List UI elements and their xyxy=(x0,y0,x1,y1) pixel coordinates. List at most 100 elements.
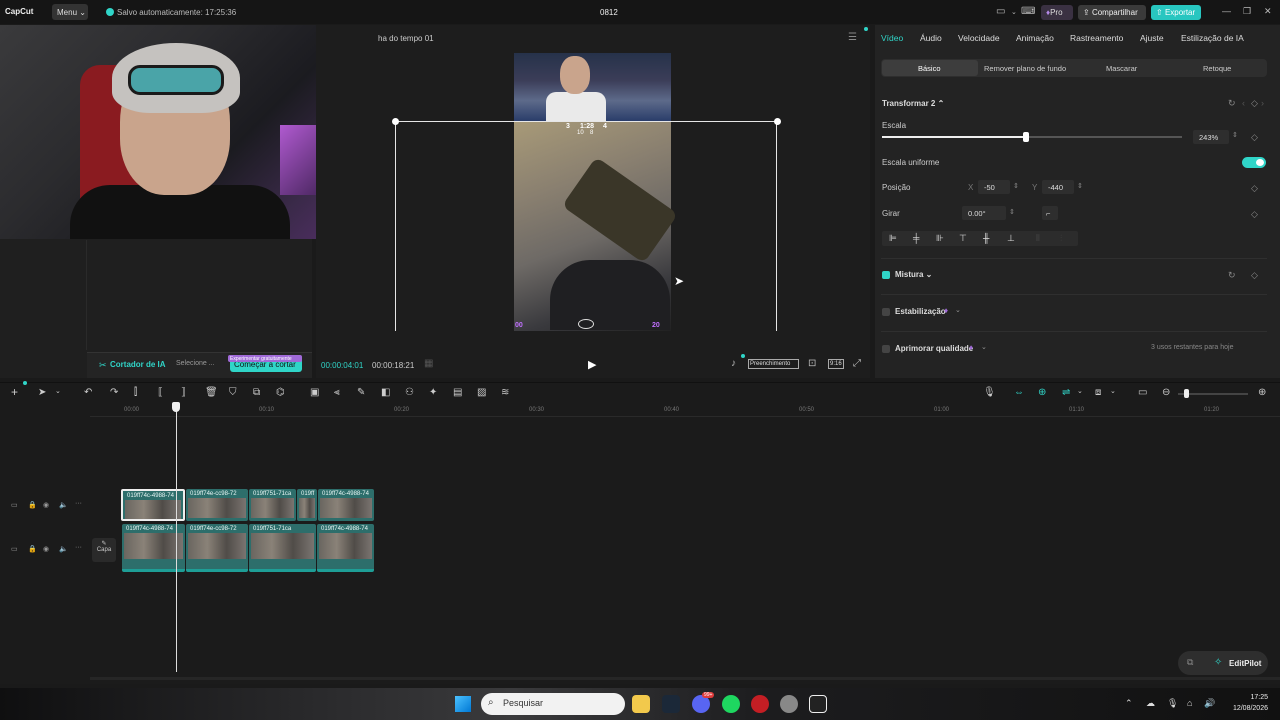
playhead-line[interactable] xyxy=(176,404,177,672)
audio-wave-icon[interactable]: ≋ xyxy=(501,387,509,398)
pos-y-input[interactable]: -440 xyxy=(1042,180,1074,194)
snap-icon[interactable]: ⇌ xyxy=(1062,387,1070,398)
aspect-ratio-button[interactable]: 9:16 xyxy=(828,359,844,369)
image-icon[interactable]: ▨ xyxy=(477,387,486,398)
timeline-clip[interactable]: 019ff74c-4988-74 xyxy=(318,489,374,521)
zoom-out-icon[interactable]: ⊖ xyxy=(1162,387,1170,398)
chevron-down-icon[interactable]: ⌄ xyxy=(1110,387,1116,395)
scale-slider-knob[interactable] xyxy=(1023,132,1029,142)
speaker-icon[interactable]: 🔈 xyxy=(59,545,68,553)
subtab-basic[interactable]: Básico xyxy=(918,64,941,73)
more-icon[interactable]: ··· xyxy=(75,544,82,551)
subtab-remove-bg[interactable]: Remover plano de fundo xyxy=(984,64,1066,73)
track-thumbnail-icon[interactable]: ▭ xyxy=(11,545,18,553)
scale-value[interactable]: 243% xyxy=(1193,130,1229,144)
tab-adjust[interactable]: Ajuste xyxy=(1140,33,1164,43)
more-icon[interactable]: ··· xyxy=(75,500,82,507)
pen-icon[interactable]: ✎ xyxy=(357,387,365,398)
align-center-h-icon[interactable]: ╪ xyxy=(913,233,919,243)
spotify-icon[interactable] xyxy=(722,695,740,713)
shield-icon[interactable]: ⛉ xyxy=(229,387,237,398)
chevron-down-icon[interactable]: ⌄ xyxy=(1011,8,1017,16)
subtitle-icon[interactable]: ▤ xyxy=(453,387,462,398)
align-bottom-icon[interactable]: ⊥ xyxy=(1007,233,1015,244)
align-center-v-icon[interactable]: ╫ xyxy=(983,233,989,243)
layout-icon[interactable]: ▭ xyxy=(996,6,1005,17)
resize-handle-top-right[interactable] xyxy=(774,118,781,125)
screenshot-icon[interactable]: ⊡ xyxy=(808,358,816,369)
mirror-icon[interactable]: ◧ xyxy=(381,387,390,398)
timeline-clip[interactable]: 019ff751-71ca xyxy=(249,489,296,521)
lock-icon[interactable]: 🔒 xyxy=(28,501,37,509)
distribute-h-icon[interactable]: ⫴ xyxy=(1036,233,1040,244)
insert-icon[interactable]: ⫷ xyxy=(334,387,340,398)
timeline-clip[interactable]: 019ff xyxy=(297,489,317,521)
chevron-down-icon[interactable]: ⌄ xyxy=(55,387,61,395)
cover-button[interactable]: ✎ Capa xyxy=(92,538,116,562)
minimize-icon[interactable]: — xyxy=(1222,6,1231,16)
rotate-flip-button[interactable]: ⌐ xyxy=(1042,206,1058,220)
preview-axis-icon[interactable]: ⧈ xyxy=(1095,387,1101,398)
volume-icon[interactable]: 🔊 xyxy=(1204,698,1215,709)
rotate-input[interactable]: 0.00° xyxy=(962,206,1006,220)
captions-icon[interactable]: ▭ xyxy=(1138,387,1147,398)
rotate-stepper-icon[interactable]: ⇕ xyxy=(1009,208,1015,216)
tab-tracking[interactable]: Rastreamento xyxy=(1070,33,1123,43)
blend-section-title[interactable]: Mistura ⌄ xyxy=(895,270,932,279)
prev-keyframe-icon[interactable]: ‹ xyxy=(1242,98,1245,108)
tab-video[interactable]: Vídeo xyxy=(881,33,903,43)
reset-icon[interactable]: ↻ xyxy=(1228,98,1236,109)
add-track-icon[interactable]: + xyxy=(11,385,18,399)
timeline-clip[interactable]: 019ff74c-4988-74 xyxy=(317,524,374,572)
file-explorer-icon[interactable] xyxy=(632,695,650,713)
pos-x-stepper-icon[interactable]: ⇕ xyxy=(1013,182,1019,190)
eye-icon[interactable]: ◉ xyxy=(43,501,49,509)
tab-audio[interactable]: Áudio xyxy=(920,33,942,43)
timecode-mode-icon[interactable]: ▦ xyxy=(424,358,433,369)
tab-speed[interactable]: Velocidade xyxy=(958,33,1000,43)
stabilize-checkbox[interactable] xyxy=(882,308,890,316)
tab-ai-style[interactable]: Estilização de IA xyxy=(1181,33,1244,43)
pos-y-stepper-icon[interactable]: ⇕ xyxy=(1077,182,1083,190)
zoom-slider-knob[interactable] xyxy=(1184,389,1189,398)
undo-icon[interactable]: ↶ xyxy=(84,387,92,398)
scale-stepper-icon[interactable]: ⇕ xyxy=(1232,131,1238,139)
stabilize-section-title[interactable]: Estabilização xyxy=(895,307,946,316)
close-icon[interactable]: ✕ xyxy=(1264,6,1272,17)
redo-icon[interactable]: ↷ xyxy=(110,387,118,398)
position-keyframe-icon[interactable]: ◇ xyxy=(1251,183,1258,194)
export-button[interactable]: ⇧ Exportar xyxy=(1151,5,1201,20)
blend-keyframe-icon[interactable]: ◇ xyxy=(1251,270,1258,281)
enhance-checkbox[interactable] xyxy=(882,345,890,353)
enhance-section-title[interactable]: Aprimorar qualidade xyxy=(895,344,973,353)
windows-start-icon[interactable] xyxy=(455,696,471,712)
rotate-keyframe-icon[interactable]: ◇ xyxy=(1251,209,1258,220)
steam-icon[interactable] xyxy=(662,695,680,713)
timeline-clip[interactable]: 019ff74e-cc98-72 xyxy=(186,489,248,521)
align-left-icon[interactable]: ⊫ xyxy=(889,233,897,244)
subtab-mask[interactable]: Mascarar xyxy=(1106,64,1137,73)
freeze-icon[interactable]: ▣ xyxy=(310,387,319,398)
magic-wand-icon[interactable]: ✦ xyxy=(429,387,437,398)
chevron-down-icon[interactable]: ⌄ xyxy=(1077,387,1083,395)
microphone-tray-icon[interactable]: 🎙 xyxy=(1167,698,1178,709)
tiktok-icon[interactable]: ♪ xyxy=(731,358,736,369)
opera-icon[interactable] xyxy=(751,695,769,713)
tab-animation[interactable]: Animação xyxy=(1016,33,1054,43)
speaker-icon[interactable]: 🔈 xyxy=(59,501,68,509)
pro-button[interactable]: ♦Pro xyxy=(1041,5,1073,20)
zoom-in-icon[interactable]: ⊕ xyxy=(1258,387,1266,398)
crop-icon[interactable]: ⧉ xyxy=(253,387,260,398)
chevron-down-icon[interactable]: ⌄ xyxy=(981,343,987,351)
subtab-retouch[interactable]: Retoque xyxy=(1203,64,1231,73)
pos-x-input[interactable]: -50 xyxy=(978,180,1010,194)
selection-bounding-box[interactable] xyxy=(395,121,777,331)
delete-icon[interactable]: 🗑 xyxy=(205,387,218,398)
feedback-icon[interactable]: ⧉ xyxy=(1187,657,1193,668)
link-clips-icon[interactable]: ⇔ xyxy=(1014,387,1024,398)
fill-mode-button[interactable]: Preenchimento xyxy=(748,359,799,369)
blend-reset-icon[interactable]: ↻ xyxy=(1228,270,1236,281)
app-icon[interactable] xyxy=(780,695,798,713)
taskbar-search[interactable]: Pesquisar xyxy=(481,693,625,715)
menu-button[interactable]: Menu ⌄ xyxy=(52,4,88,20)
